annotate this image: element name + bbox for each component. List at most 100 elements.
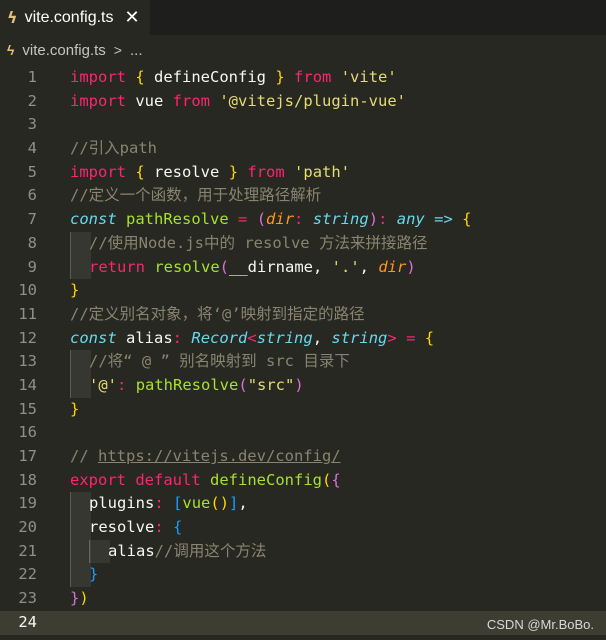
code-token: { [462,210,472,229]
code-text: //使用Node.js中的 resolve 方法来拼接路径 [89,232,427,256]
code-line[interactable]: 3 [0,113,606,137]
line-number: 14 [18,375,37,394]
breadcrumb-symbols[interactable]: ... [130,42,143,59]
code-token: plugins [89,494,155,513]
code-token: : [172,328,183,347]
code-line[interactable]: 1 import { defineConfig } from 'vite' [0,66,606,90]
code-line[interactable]: 8 //使用Node.js中的 resolve 方法来拼接路径 [0,231,606,256]
code-text: import vue from '@vitejs/plugin-vue' [70,90,406,114]
code-token: { [173,518,183,537]
indent-guide [70,255,91,280]
breadcrumb-file[interactable]: vite.config.ts [22,42,105,59]
code-line[interactable]: 5 import { resolve } from 'path' [0,161,606,185]
code-line[interactable]: 12 const alias: Record<string, string> = … [0,327,606,351]
code-token: return [89,257,145,276]
code-token: () [210,494,230,513]
code-line[interactable]: 14 '@': pathResolve("src") [0,373,606,398]
code-token: defineConfig [210,470,322,489]
indent-guide [70,373,91,398]
code-token: : [154,518,164,537]
line-number: 18 [18,470,37,489]
code-token: //定义一个函数，用于处理路径解析 [70,186,322,205]
line-number: 16 [18,423,37,442]
code-token: 'path' [294,162,351,181]
code-token: import [70,91,126,110]
code-line[interactable]: 17 // https://vitejs.dev/config/ [0,445,606,469]
code-token: "src" [247,375,295,394]
code-line[interactable]: 22} [0,563,606,588]
code-line[interactable]: 18 export default defineConfig({ [0,469,606,493]
close-icon[interactable]: ✕ [125,7,140,28]
code-token: from [172,91,210,110]
code-token: : [294,210,304,229]
line-number: 5 [27,162,37,181]
code-token: vue [182,494,211,513]
code-text: return resolve(__dirname, '.', dir) [89,256,416,280]
code-line[interactable]: 7 const pathResolve = (dir: string): any … [0,208,606,232]
code-line[interactable]: 13 //将“ @ ” 别名映射到 src 目录下 [0,350,606,374]
code-text: } [70,398,79,422]
code-token: [ [173,494,183,513]
typescript-lightning-icon: ϟ [7,7,18,27]
editor-tab-bar: ϟ vite.config.ts ✕ [0,0,606,35]
code-token: dir [378,257,407,276]
code-line[interactable]: 21 alias//调用这个方法 [0,539,606,564]
code-token: { [424,328,435,347]
code-line[interactable]: 15} [0,398,606,422]
code-text: import { defineConfig } from 'vite' [70,66,397,90]
code-line[interactable]: 20 resolve: { [0,516,606,540]
code-token: '@' [89,375,117,394]
code-text: } [89,563,98,587]
code-line[interactable]: 16 [0,421,606,445]
code-token: https://vitejs.dev/config/ [98,447,341,465]
code-line[interactable]: 9 return resolve(__dirname, '.', dir) [0,255,606,280]
line-number: 12 [18,328,37,347]
code-line[interactable]: 10} [0,279,606,303]
code-editor[interactable]: 1 import { defineConfig } from 'vite' 2 imp… [0,66,606,640]
code-line[interactable]: 6 //定义一个函数，用于处理路径解析 [0,184,606,208]
code-token: default [135,470,201,489]
code-token: ] [229,494,239,513]
code-token: //引入path [70,139,157,158]
code-text: const alias: Record<string, string> = { [70,327,434,351]
code-token: // [70,447,98,465]
code-line[interactable]: 19 plugins: [vue()], [0,492,606,517]
code-token: resolve [89,518,155,537]
code-token: string [256,328,313,347]
code-line[interactable]: 11 //定义别名对象，将‘@’映射到指定的路径 [0,303,606,327]
code-token: < [247,328,257,347]
typescript-lightning-icon: ϟ [7,42,15,58]
code-token: : [117,375,127,394]
code-text: plugins: [vue()], [89,492,248,516]
code-token: , [312,328,332,347]
code-line[interactable]: 2 import vue from '@vitejs/plugin-vue' [0,90,606,114]
code-text: '@': pathResolve("src") [89,374,304,398]
line-number: 8 [27,233,37,252]
indent-guide [70,350,91,374]
code-token: { [331,470,341,489]
code-text: //定义一个函数，用于处理路径解析 [70,184,321,208]
code-token: //调用这个方法 [154,541,267,560]
code-token: ) [406,257,416,276]
tab-vite-config[interactable]: ϟ vite.config.ts ✕ [0,0,150,35]
code-token: '.' [331,257,360,276]
code-line[interactable]: 4 //引入path [0,137,606,161]
code-line[interactable]: 23}) [0,587,606,611]
line-number: 19 [18,494,37,513]
code-token: resolve [144,162,229,181]
code-token: const [70,328,117,347]
code-token: resolve [154,257,220,276]
code-token: , [238,494,248,513]
line-number: 21 [18,541,37,560]
code-token: } [89,565,99,584]
